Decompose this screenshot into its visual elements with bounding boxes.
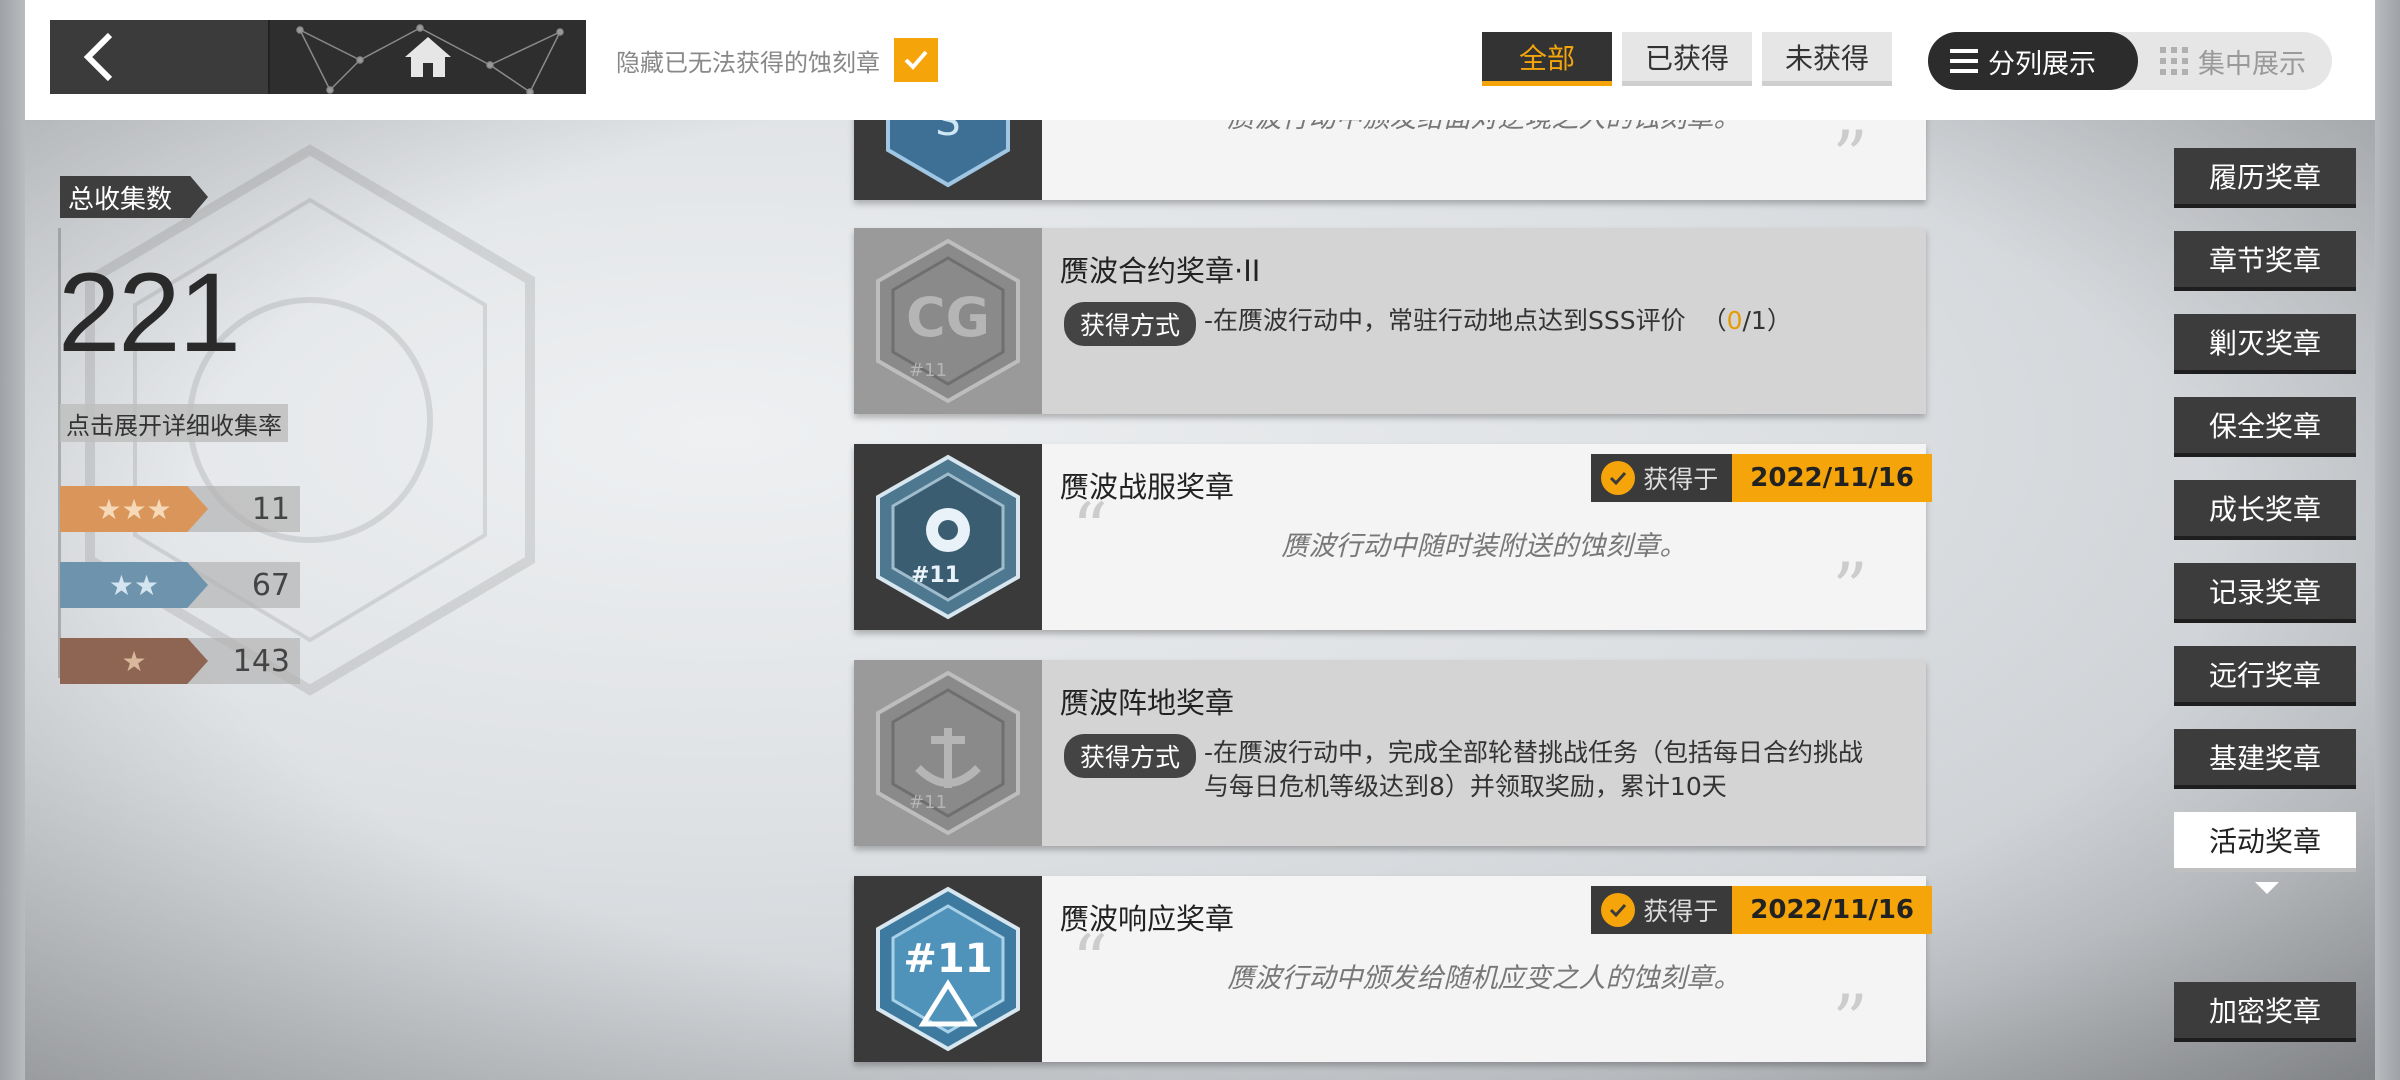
hide-unobtainable-option[interactable]: 隐藏已无法获得的蚀刻章 (616, 38, 938, 82)
medal-icon: #11 (876, 886, 1020, 1052)
check-icon (904, 50, 928, 70)
medal-description: 赝波行动中颁发给随机应变之人的蚀刻章。 (1227, 963, 1741, 994)
category-base[interactable]: 基建奖章 (2174, 729, 2356, 789)
progress-current: 0 (1726, 306, 1743, 335)
one-star-icon: ★ (60, 638, 208, 684)
left-edge (0, 0, 25, 1080)
active-category-indicator (2255, 882, 2279, 894)
tier-2-star-row: 67 ★★ (60, 562, 300, 608)
category-chapter[interactable]: 章节奖章 (2174, 231, 2356, 291)
nav-box (50, 20, 586, 94)
medal-card[interactable]: #11 赝波战服奖章 获得于 2022/11/16 “ 赝波行动中随时装附送的蚀… (854, 444, 1932, 630)
hide-unobtainable-label: 隐藏已无法获得的蚀刻章 (616, 48, 880, 77)
close-quote-icon: ” (1832, 116, 1868, 198)
medal-icon-area: #11 (854, 444, 1042, 630)
list-icon (1950, 49, 1978, 73)
obtained-tag: 获得于 2022/11/16 (1591, 454, 1932, 502)
obtained-date: 2022/11/16 (1732, 886, 1932, 934)
total-collected-label: 总收集数 (60, 176, 209, 218)
medal-description: 赝波行动中随时装附送的蚀刻章。 (1281, 531, 1687, 562)
check-icon (1601, 461, 1636, 495)
filter-tabs: 全部 已获得 未获得 (1482, 32, 1892, 86)
method-badge: 获得方式 (1064, 302, 1197, 346)
home-button[interactable] (270, 20, 586, 94)
obtained-label: 获得于 (1643, 897, 1719, 926)
tier-1-star-row: 143 ★ (60, 638, 300, 684)
obtain-method: 获得方式 -在赝波行动中，常驻行动地点达到SSS评价 （0/1） (1064, 302, 1884, 346)
medal-icon-area: #11 (854, 876, 1042, 1062)
medal-icon-area: CG #11 (854, 228, 1042, 414)
close-quote-icon: ” (1832, 548, 1868, 630)
grid-icon (2160, 47, 2188, 75)
category-stationary-security[interactable]: 保全奖章 (2174, 397, 2356, 457)
filter-all[interactable]: 全部 (1482, 32, 1612, 86)
medal-card[interactable]: #11 赝波响应奖章 获得于 2022/11/16 “ 赝波行动中颁发给随机应变… (854, 876, 1932, 1062)
view-split-button[interactable]: 分列展示 (1928, 32, 2138, 90)
three-star-icon: ★★★ (60, 486, 208, 532)
tier-3-star-row: 11 ★★★ (60, 486, 300, 532)
category-resume[interactable]: 履历奖章 (2174, 148, 2356, 208)
medal-icon: #11 (876, 670, 1020, 836)
check-icon (1601, 893, 1636, 927)
back-arrow-icon (83, 32, 113, 82)
view-combined-button[interactable]: 集中展示 (2138, 32, 2328, 90)
svg-text:#11: #11 (909, 360, 947, 381)
method-badge: 获得方式 (1064, 734, 1197, 778)
right-edge (2375, 0, 2400, 1080)
category-record[interactable]: 记录奖章 (2174, 563, 2356, 623)
medal-icon: #11 (876, 454, 1020, 620)
medal-card[interactable]: #11 赝波阵地奖章 获得方式 -在赝波行动中，完成全部轮替挑战任务（包括每日合… (854, 660, 1926, 846)
category-event[interactable]: 活动奖章 (2174, 812, 2356, 872)
category-expedition[interactable]: 远行奖章 (2174, 646, 2356, 706)
filter-obtained[interactable]: 已获得 (1622, 32, 1752, 86)
back-button[interactable] (50, 20, 270, 94)
progress-total: 1 (1750, 306, 1767, 335)
category-growth[interactable]: 成长奖章 (2174, 480, 2356, 540)
close-quote-icon: ” (1832, 980, 1868, 1062)
medal-icon: CG #11 (876, 238, 1020, 404)
svg-text:CG: CG (906, 286, 990, 349)
method-text: -在赝波行动中，常驻行动地点达到SSS评价 （0/1） (1204, 306, 1792, 335)
total-collected-value: 221 (58, 250, 241, 375)
medal-title: 赝波阵地奖章 (1060, 686, 1235, 720)
medal-title: 赝波合约奖章·II (1060, 254, 1261, 288)
svg-text:#11: #11 (911, 563, 960, 588)
method-text: -在赝波行动中，完成全部轮替挑战任务（包括每日合约挑战与每日危机等级达到8）并领… (1204, 738, 1864, 801)
svg-text:#11: #11 (903, 936, 992, 982)
medal-icon-area: #11 (854, 660, 1042, 846)
svg-text:#11: #11 (909, 792, 947, 813)
view-mode-toggle: 分列展示 集中展示 (1928, 32, 2332, 90)
obtained-date: 2022/11/16 (1732, 454, 1932, 502)
home-icon (405, 37, 451, 77)
category-annihilation[interactable]: 剿灭奖章 (2174, 314, 2356, 374)
medal-card[interactable]: CG #11 赝波合约奖章·II 获得方式 -在赝波行动中，常驻行动地点达到SS… (854, 228, 1926, 414)
hide-unobtainable-checkbox[interactable] (894, 38, 938, 82)
two-star-icon: ★★ (60, 562, 208, 608)
obtain-method: 获得方式 -在赝波行动中，完成全部轮替挑战任务（包括每日合约挑战与每日危机等级达… (1064, 734, 1884, 804)
expand-collection-rate-button[interactable]: 点击展开详细收集率 (60, 404, 288, 442)
obtained-label: 获得于 (1643, 465, 1719, 494)
filter-not-obtained[interactable]: 未获得 (1762, 32, 1892, 86)
obtained-tag: 获得于 2022/11/16 (1591, 886, 1932, 934)
category-encrypted[interactable]: 加密奖章 (2174, 982, 2356, 1042)
